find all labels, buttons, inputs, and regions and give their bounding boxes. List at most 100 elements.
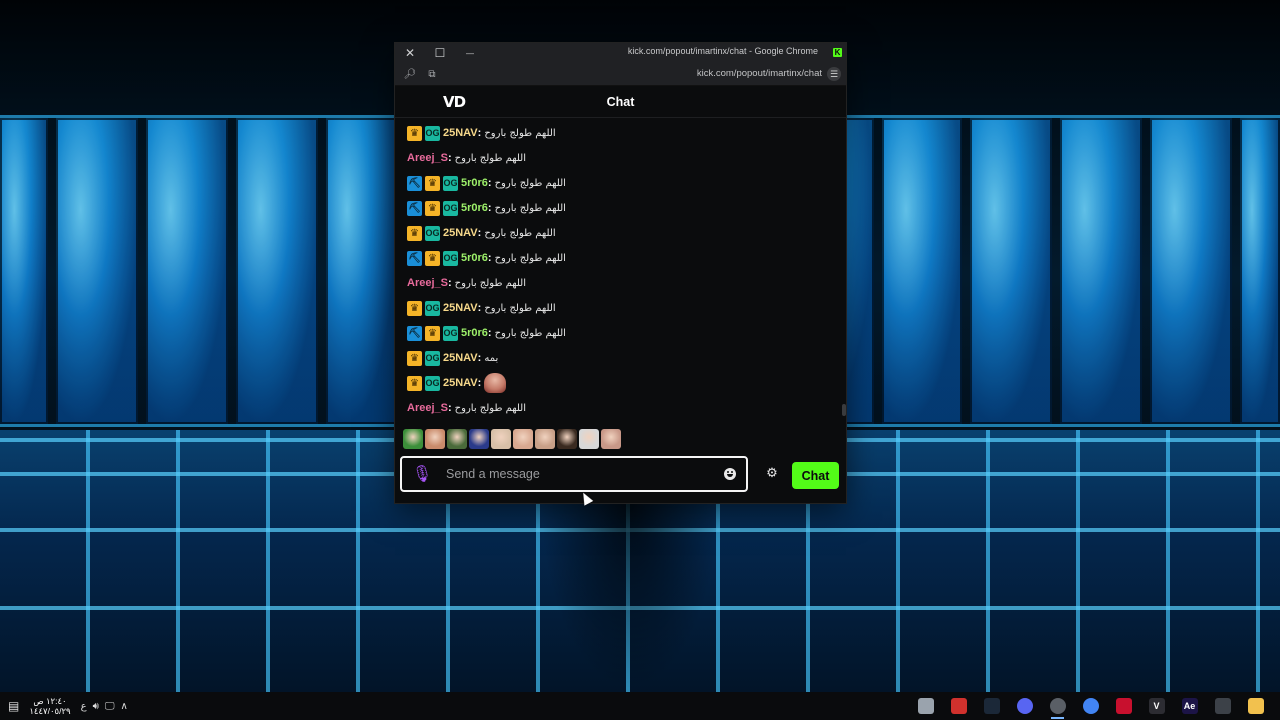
chat-messages: ♛ OG 25NAV: اللهم طولج باروح Areej_S: اللهم ط… <box>395 118 846 418</box>
chat-title: Chat <box>606 95 635 109</box>
capcut-icon <box>1115 698 1132 714</box>
chat-username[interactable]: 25NAV <box>443 352 478 364</box>
taskbar-app-button[interactable] <box>975 692 1008 720</box>
url-text[interactable]: kick.com/popout/imartinx/chat <box>697 68 822 79</box>
emote-shortcut[interactable] <box>403 429 423 449</box>
og-badge-icon[interactable]: OG <box>443 250 458 266</box>
emote-shortcut[interactable] <box>447 429 467 449</box>
volume-icon[interactable]: 🔊︎ <box>93 701 99 712</box>
vip-crown-badge-icon[interactable]: ♛ <box>407 225 422 241</box>
chat-message: Areej_S: اللهم طولج باروح <box>407 273 526 293</box>
vip-crown-badge-icon[interactable]: ♛ <box>425 175 440 191</box>
window-title: kick.com/popout/imartinx/chat - Google C… <box>627 46 818 56</box>
username-colon: : <box>487 202 492 214</box>
emote-shortcut[interactable] <box>601 429 621 449</box>
og-badge-icon[interactable]: OG <box>425 225 440 241</box>
chat-message: ♛ OG 25NAV: اللهم طولج باروح <box>407 123 556 143</box>
username-colon: : <box>447 402 452 414</box>
emote-shortcut[interactable] <box>579 429 599 449</box>
chat-username[interactable]: 5r0r6 <box>461 252 488 264</box>
chat-username[interactable]: Areej_S <box>407 277 448 289</box>
emote-shortcut[interactable] <box>469 429 489 449</box>
emote-shortcut[interactable] <box>491 429 511 449</box>
chat-username[interactable]: Areej_S <box>407 402 448 414</box>
vip-crown-badge-icon[interactable]: ♛ <box>425 250 440 266</box>
minimize-icon: — <box>466 48 474 58</box>
network-icon[interactable]: 🖵︎ <box>105 701 115 712</box>
chat-message: ♛ OG 25NAV: بمه <box>407 348 498 368</box>
emote-shortcut[interactable] <box>513 429 533 449</box>
file-explorer-icon <box>1247 698 1264 714</box>
message-input[interactable] <box>444 466 708 482</box>
vip-crown-badge-icon[interactable]: ♛ <box>407 375 422 391</box>
chat-message-text: اللهم طولج باروح <box>494 202 566 214</box>
chat-username[interactable]: 5r0r6 <box>461 202 488 214</box>
chat-message: ♛ OG 25NAV: <box>407 373 507 393</box>
moderator-badge-icon[interactable]: ⛏ <box>407 325 422 341</box>
og-badge-icon[interactable]: OG <box>425 375 440 391</box>
vip-crown-badge-icon[interactable]: ♛ <box>425 200 440 216</box>
chat-username[interactable]: 25NAV <box>443 377 478 389</box>
emoji-picker-icon[interactable] <box>724 468 736 480</box>
site-settings-icon[interactable]: ☰ <box>827 67 841 81</box>
input-language-indicator[interactable]: ع <box>81 701 87 712</box>
og-badge-icon[interactable]: OG <box>443 175 458 191</box>
notification-center-icon[interactable]: ▤ <box>8 699 19 713</box>
vip-crown-badge-icon[interactable]: ♛ <box>425 325 440 341</box>
recent-emotes-bar <box>403 429 621 451</box>
og-badge-icon[interactable]: OG <box>443 325 458 341</box>
chat-message-text: اللهم طولج باروح <box>484 227 556 239</box>
chat-message-text: اللهم طولج باروح <box>494 177 566 189</box>
chat-message: ⛏ ♛ OG 5r0r6: اللهم طولج باروح <box>407 323 566 343</box>
notepad-icon <box>917 698 934 714</box>
chrome-popup-window: ✕ ☐ — kick.com/popout/imartinx/chat - Go… <box>395 43 846 503</box>
emote-shortcut[interactable] <box>535 429 555 449</box>
close-button[interactable]: ✕ <box>395 43 425 63</box>
og-badge-icon[interactable]: OG <box>443 200 458 216</box>
clock[interactable]: ١٢:٤٠ ص ١٤٤٧/٠٥/٢٩ <box>29 696 70 716</box>
search-icon[interactable]: 🔎︎ <box>399 63 421 85</box>
username-colon: : <box>487 327 492 339</box>
show-hidden-icons-chevron-icon[interactable]: ∧ <box>121 701 128 712</box>
taskbar-app-button[interactable] <box>1041 692 1074 720</box>
chat-username[interactable]: Areej_S <box>407 152 448 164</box>
taskbar-app-button[interactable] <box>1008 692 1041 720</box>
og-badge-icon[interactable]: OG <box>425 300 440 316</box>
emote-shortcut[interactable] <box>557 429 577 449</box>
taskbar-app-button[interactable]: V <box>1140 692 1173 720</box>
chat-message: ♛ OG 25NAV: اللهم طولج باروح <box>407 298 556 318</box>
moderator-badge-icon[interactable]: ⛏ <box>407 200 422 216</box>
chat-scrollbar[interactable] <box>842 404 846 416</box>
send-chat-button[interactable]: Chat <box>792 462 839 489</box>
maximize-button[interactable]: ☐ <box>425 43 455 63</box>
chat-username[interactable]: 25NAV <box>443 302 478 314</box>
taskbar-app-button[interactable] <box>1239 692 1272 720</box>
username-colon: : <box>447 152 452 164</box>
cast-icon[interactable]: ⧉ <box>421 63 443 85</box>
settings-app-icon <box>1214 698 1231 714</box>
taskbar-app-button[interactable]: Ae <box>1173 692 1206 720</box>
vip-crown-badge-icon[interactable]: ♛ <box>407 350 422 366</box>
vip-crown-badge-icon[interactable]: ♛ <box>407 125 422 141</box>
chat-username[interactable]: 25NAV <box>443 127 478 139</box>
taskbar-app-button[interactable] <box>942 692 975 720</box>
minimize-button[interactable]: — <box>455 43 485 63</box>
vip-crown-badge-icon[interactable]: ♛ <box>407 300 422 316</box>
chat-username[interactable]: 5r0r6 <box>461 177 488 189</box>
chat-username[interactable]: 25NAV <box>443 227 478 239</box>
microphone-icon[interactable]: 🎙︎ <box>412 464 432 484</box>
taskbar-app-button[interactable] <box>909 692 942 720</box>
taskbar-app-button[interactable] <box>1206 692 1239 720</box>
system-tray: ▤ ١٢:٤٠ ص ١٤٤٧/٠٥/٢٩ ع 🔊︎ 🖵︎ ∧ <box>8 692 128 720</box>
chat-username[interactable]: 5r0r6 <box>461 327 488 339</box>
emote-shortcut[interactable] <box>425 429 445 449</box>
taskbar-app-button[interactable] <box>1074 692 1107 720</box>
username-colon: : <box>477 377 482 389</box>
message-input-box[interactable]: 🎙︎ <box>400 456 748 492</box>
og-badge-icon[interactable]: OG <box>425 125 440 141</box>
moderator-badge-icon[interactable]: ⛏ <box>407 250 422 266</box>
moderator-badge-icon[interactable]: ⛏ <box>407 175 422 191</box>
taskbar-app-button[interactable] <box>1107 692 1140 720</box>
og-badge-icon[interactable]: OG <box>425 350 440 366</box>
chat-settings-gear-icon[interactable]: ⚙ <box>765 466 779 480</box>
